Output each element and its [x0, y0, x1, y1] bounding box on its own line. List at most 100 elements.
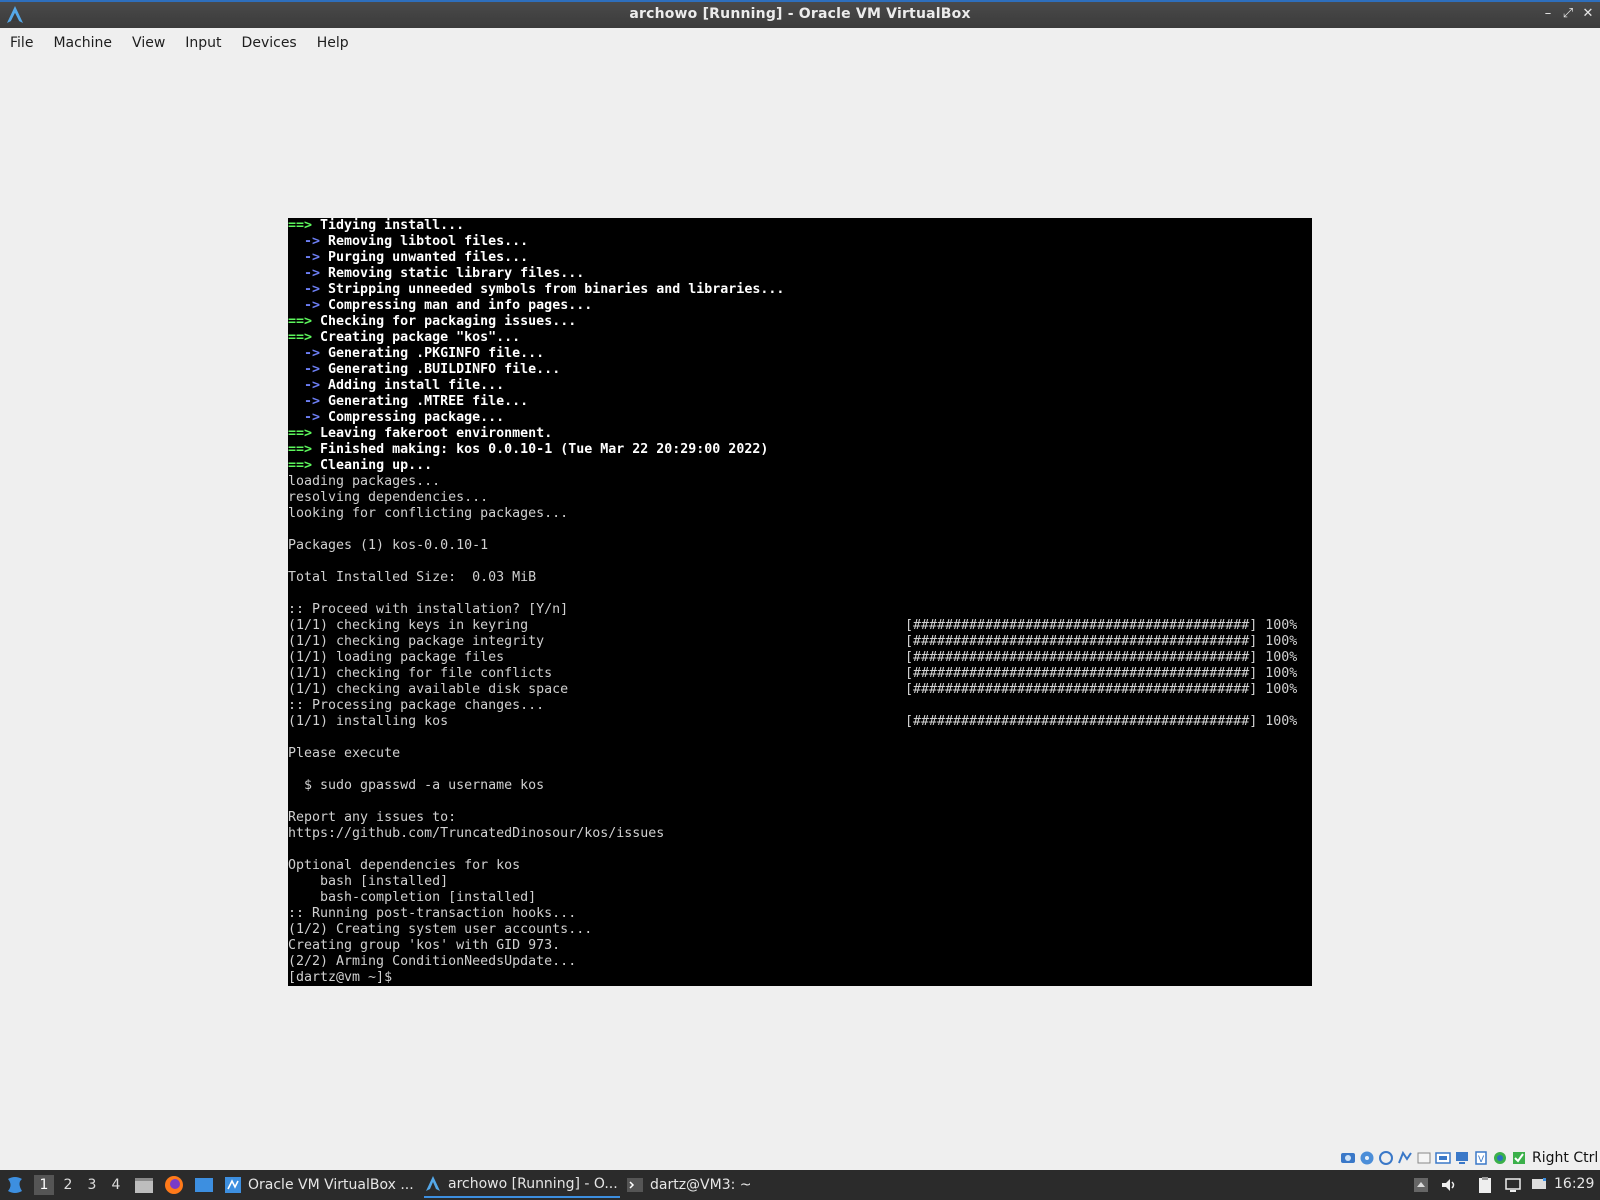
tray-up-arrow-icon[interactable]: [1412, 1176, 1430, 1194]
terminal-line: (1/1) loading package files [############…: [288, 650, 1312, 666]
terminal-text: $ sudo gpasswd -a username kos: [288, 778, 545, 793]
network-icon[interactable]: [1397, 1150, 1413, 1166]
terminal-line: -> Removing libtool files...: [288, 234, 1312, 250]
task-terminal[interactable]: dartz@VM3: ~: [626, 1172, 806, 1198]
terminal-line: :: Proceed with installation? [Y/n]: [288, 602, 1312, 618]
cpu-icon[interactable]: [1492, 1150, 1508, 1166]
network-tray-icon[interactable]: [1530, 1176, 1548, 1194]
terminal-line: -> Generating .BUILDINFO file...: [288, 362, 1312, 378]
terminal-line: (2/2) Arming ConditionNeedsUpdate...: [288, 954, 1312, 970]
virtualbox-icon: [225, 1177, 241, 1193]
hard-disk-icon[interactable]: [1340, 1150, 1356, 1166]
vm-status-bar: V Right Ctrl: [1340, 1148, 1598, 1168]
start-menu-icon[interactable]: [4, 1174, 26, 1196]
menu-view[interactable]: View: [122, 31, 175, 55]
terminal-text: (1/1) checking keys in keyring: [288, 618, 529, 633]
terminal-text: (1/1) installing kos: [288, 714, 449, 729]
terminal-line: Total Installed Size: 0.03 MiB: [288, 570, 1312, 586]
window-title: archowo [Running] - Oracle VM VirtualBox: [629, 6, 971, 22]
workspace-1[interactable]: 1: [34, 1175, 54, 1195]
task-vm-window[interactable]: archowo [Running] - O...: [424, 1172, 620, 1198]
terminal-text: Creating group 'kos' with GID 973.: [288, 938, 561, 953]
terminal-arrow-prefix: ->: [288, 298, 321, 313]
audio-icon[interactable]: [1378, 1150, 1394, 1166]
terminal-line: ==> Checking for packaging issues...: [288, 314, 1312, 330]
task-label: dartz@VM3: ~: [650, 1177, 752, 1193]
terminal-text: resolving dependencies...: [288, 490, 489, 505]
terminal-line: [dartz@vm ~]$: [288, 970, 1312, 986]
minimize-button[interactable]: –: [1540, 6, 1556, 22]
terminal-arrow-prefix: ->: [288, 250, 321, 265]
workspace-3[interactable]: 3: [82, 1175, 102, 1195]
usb-icon[interactable]: [1416, 1150, 1432, 1166]
menu-input[interactable]: Input: [175, 31, 231, 55]
terminal-text: Tidying install...: [312, 218, 465, 233]
shared-folders-icon[interactable]: [1435, 1150, 1451, 1166]
firefox-icon[interactable]: [163, 1174, 185, 1196]
terminal-text: Removing static library files...: [320, 266, 585, 281]
terminal-line: ==> Finished making: kos 0.0.10-1 (Tue M…: [288, 442, 1312, 458]
recording-icon[interactable]: V: [1473, 1150, 1489, 1166]
terminal-arrow-prefix: ->: [288, 362, 321, 377]
workspace-4[interactable]: 4: [106, 1175, 126, 1195]
terminal-line: ==> Creating package "kos"...: [288, 330, 1312, 346]
terminal-text: loading packages...: [288, 474, 441, 489]
terminal-text: Compressing package...: [320, 410, 505, 425]
terminal-line: ==> Cleaning up...: [288, 458, 1312, 474]
clock[interactable]: 16:29: [1554, 1176, 1594, 1192]
close-button[interactable]: ✕: [1580, 6, 1596, 22]
clipboard-icon[interactable]: [1476, 1176, 1494, 1194]
terminal-text: looking for conflicting packages...: [288, 506, 569, 521]
taskbar: 1 2 3 4 Oracle VM VirtualBox ... archowo…: [0, 1170, 1600, 1200]
terminal-line: (1/1) installing kos [###################…: [288, 714, 1312, 730]
terminal-line: -> Stripping unneeded symbols from binar…: [288, 282, 1312, 298]
workspace-2[interactable]: 2: [58, 1175, 78, 1195]
terminal-text: :: Proceed with installation? [Y/n]: [288, 602, 569, 617]
terminal-line: Packages (1) kos-0.0.10-1: [288, 538, 1312, 554]
terminal-line: Report any issues to:: [288, 810, 1312, 826]
menu-file[interactable]: File: [0, 31, 43, 55]
restore-button[interactable]: ⤢: [1560, 6, 1576, 22]
terminal-arrow-prefix: ->: [288, 394, 321, 409]
terminal-arrow-prefix: ==>: [288, 442, 313, 457]
terminal-line: looking for conflicting packages...: [288, 506, 1312, 522]
terminal-line: ==> Tidying install...: [288, 218, 1312, 234]
task-virtualbox-manager[interactable]: Oracle VM VirtualBox ...: [224, 1172, 416, 1198]
virtualization-icon[interactable]: [1511, 1150, 1527, 1166]
menu-help[interactable]: Help: [307, 31, 359, 55]
volume-icon[interactable]: [1440, 1176, 1458, 1194]
host-key-label[interactable]: Right Ctrl: [1532, 1150, 1598, 1166]
display-tray-icon[interactable]: [1504, 1176, 1522, 1194]
terminal-line: (1/1) checking for file conflicts [######…: [288, 666, 1312, 682]
terminal-output[interactable]: ==> Tidying install... -> Removing libto…: [288, 218, 1312, 986]
terminal-text: Leaving fakeroot environment.: [312, 426, 553, 441]
terminal-arrow-prefix: ->: [288, 346, 321, 361]
terminal-arrow-prefix: ==>: [288, 314, 313, 329]
terminal-text: Optional dependencies for kos: [288, 858, 521, 873]
terminal-text: :: Running post-transaction hooks...: [288, 906, 577, 921]
terminal-line: -> Generating .MTREE file...: [288, 394, 1312, 410]
menu-devices[interactable]: Devices: [232, 31, 307, 55]
terminal-text: Generating .PKGINFO file...: [320, 346, 545, 361]
terminal-arrow-prefix: ->: [288, 282, 321, 297]
window-titlebar[interactable]: archowo [Running] - Oracle VM VirtualBox…: [0, 0, 1600, 28]
terminal-arrow-prefix: ->: [288, 378, 321, 393]
file-manager-icon[interactable]: [133, 1174, 155, 1196]
optical-drive-icon[interactable]: [1359, 1150, 1375, 1166]
terminal-text: Finished making: kos 0.0.10-1 (Tue Mar 2…: [312, 442, 769, 457]
vm-display[interactable]: ==> Tidying install... -> Removing libto…: [288, 218, 1312, 986]
terminal-line: :: Processing package changes...: [288, 698, 1312, 714]
terminal-line: (1/1) checking package integrity [#######…: [288, 634, 1312, 650]
terminal-text: Removing libtool files...: [320, 234, 529, 249]
menu-machine[interactable]: Machine: [43, 31, 122, 55]
display-icon[interactable]: [1454, 1150, 1470, 1166]
terminal-text: (1/1) checking package integrity: [288, 634, 545, 649]
terminal-text: (1/2) Creating system user accounts...: [288, 922, 593, 937]
desktop-icon[interactable]: [193, 1174, 215, 1196]
terminal-arrow-prefix: ->: [288, 266, 321, 281]
